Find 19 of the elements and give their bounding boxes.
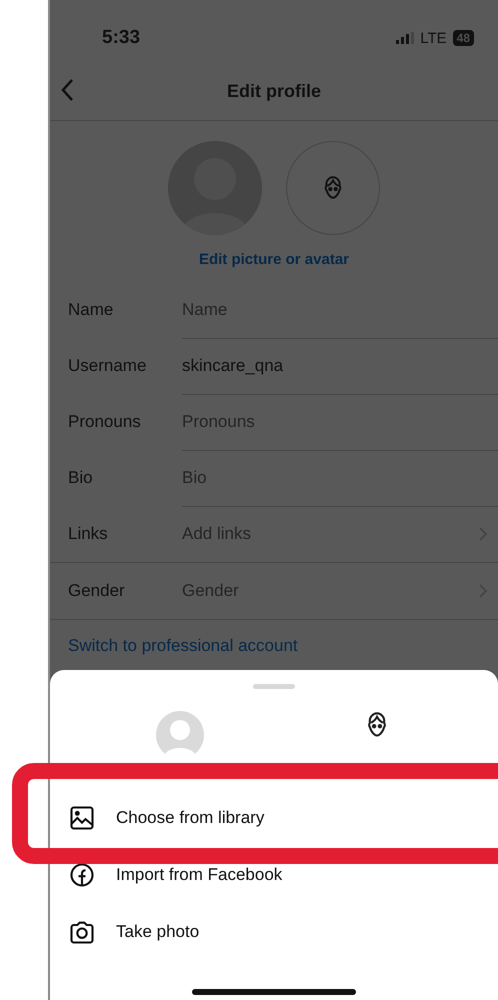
back-icon[interactable] xyxy=(60,78,76,102)
image-icon xyxy=(68,804,96,832)
field-label: Pronouns xyxy=(68,412,142,432)
network-label: LTE xyxy=(420,30,447,46)
signal-icon xyxy=(396,32,414,44)
battery-level: 48 xyxy=(452,30,474,46)
sheet-option[interactable]: Import from Facebook xyxy=(50,846,498,903)
sheet-option[interactable]: Choose from library xyxy=(50,789,498,846)
status-time: 5:33 xyxy=(102,27,140,49)
field-label: Links xyxy=(68,524,109,544)
sheet-option[interactable]: Take photo xyxy=(50,903,498,960)
sheet-handle[interactable] xyxy=(253,684,295,689)
field-label: Name xyxy=(68,300,114,320)
field-label: Gender xyxy=(68,581,126,601)
page-title: Edit profile xyxy=(227,80,321,102)
avatar-button[interactable] xyxy=(286,141,380,235)
field-label: Bio xyxy=(68,468,94,488)
profile-picture-icon[interactable] xyxy=(156,711,204,759)
field-label: Username xyxy=(68,356,148,376)
